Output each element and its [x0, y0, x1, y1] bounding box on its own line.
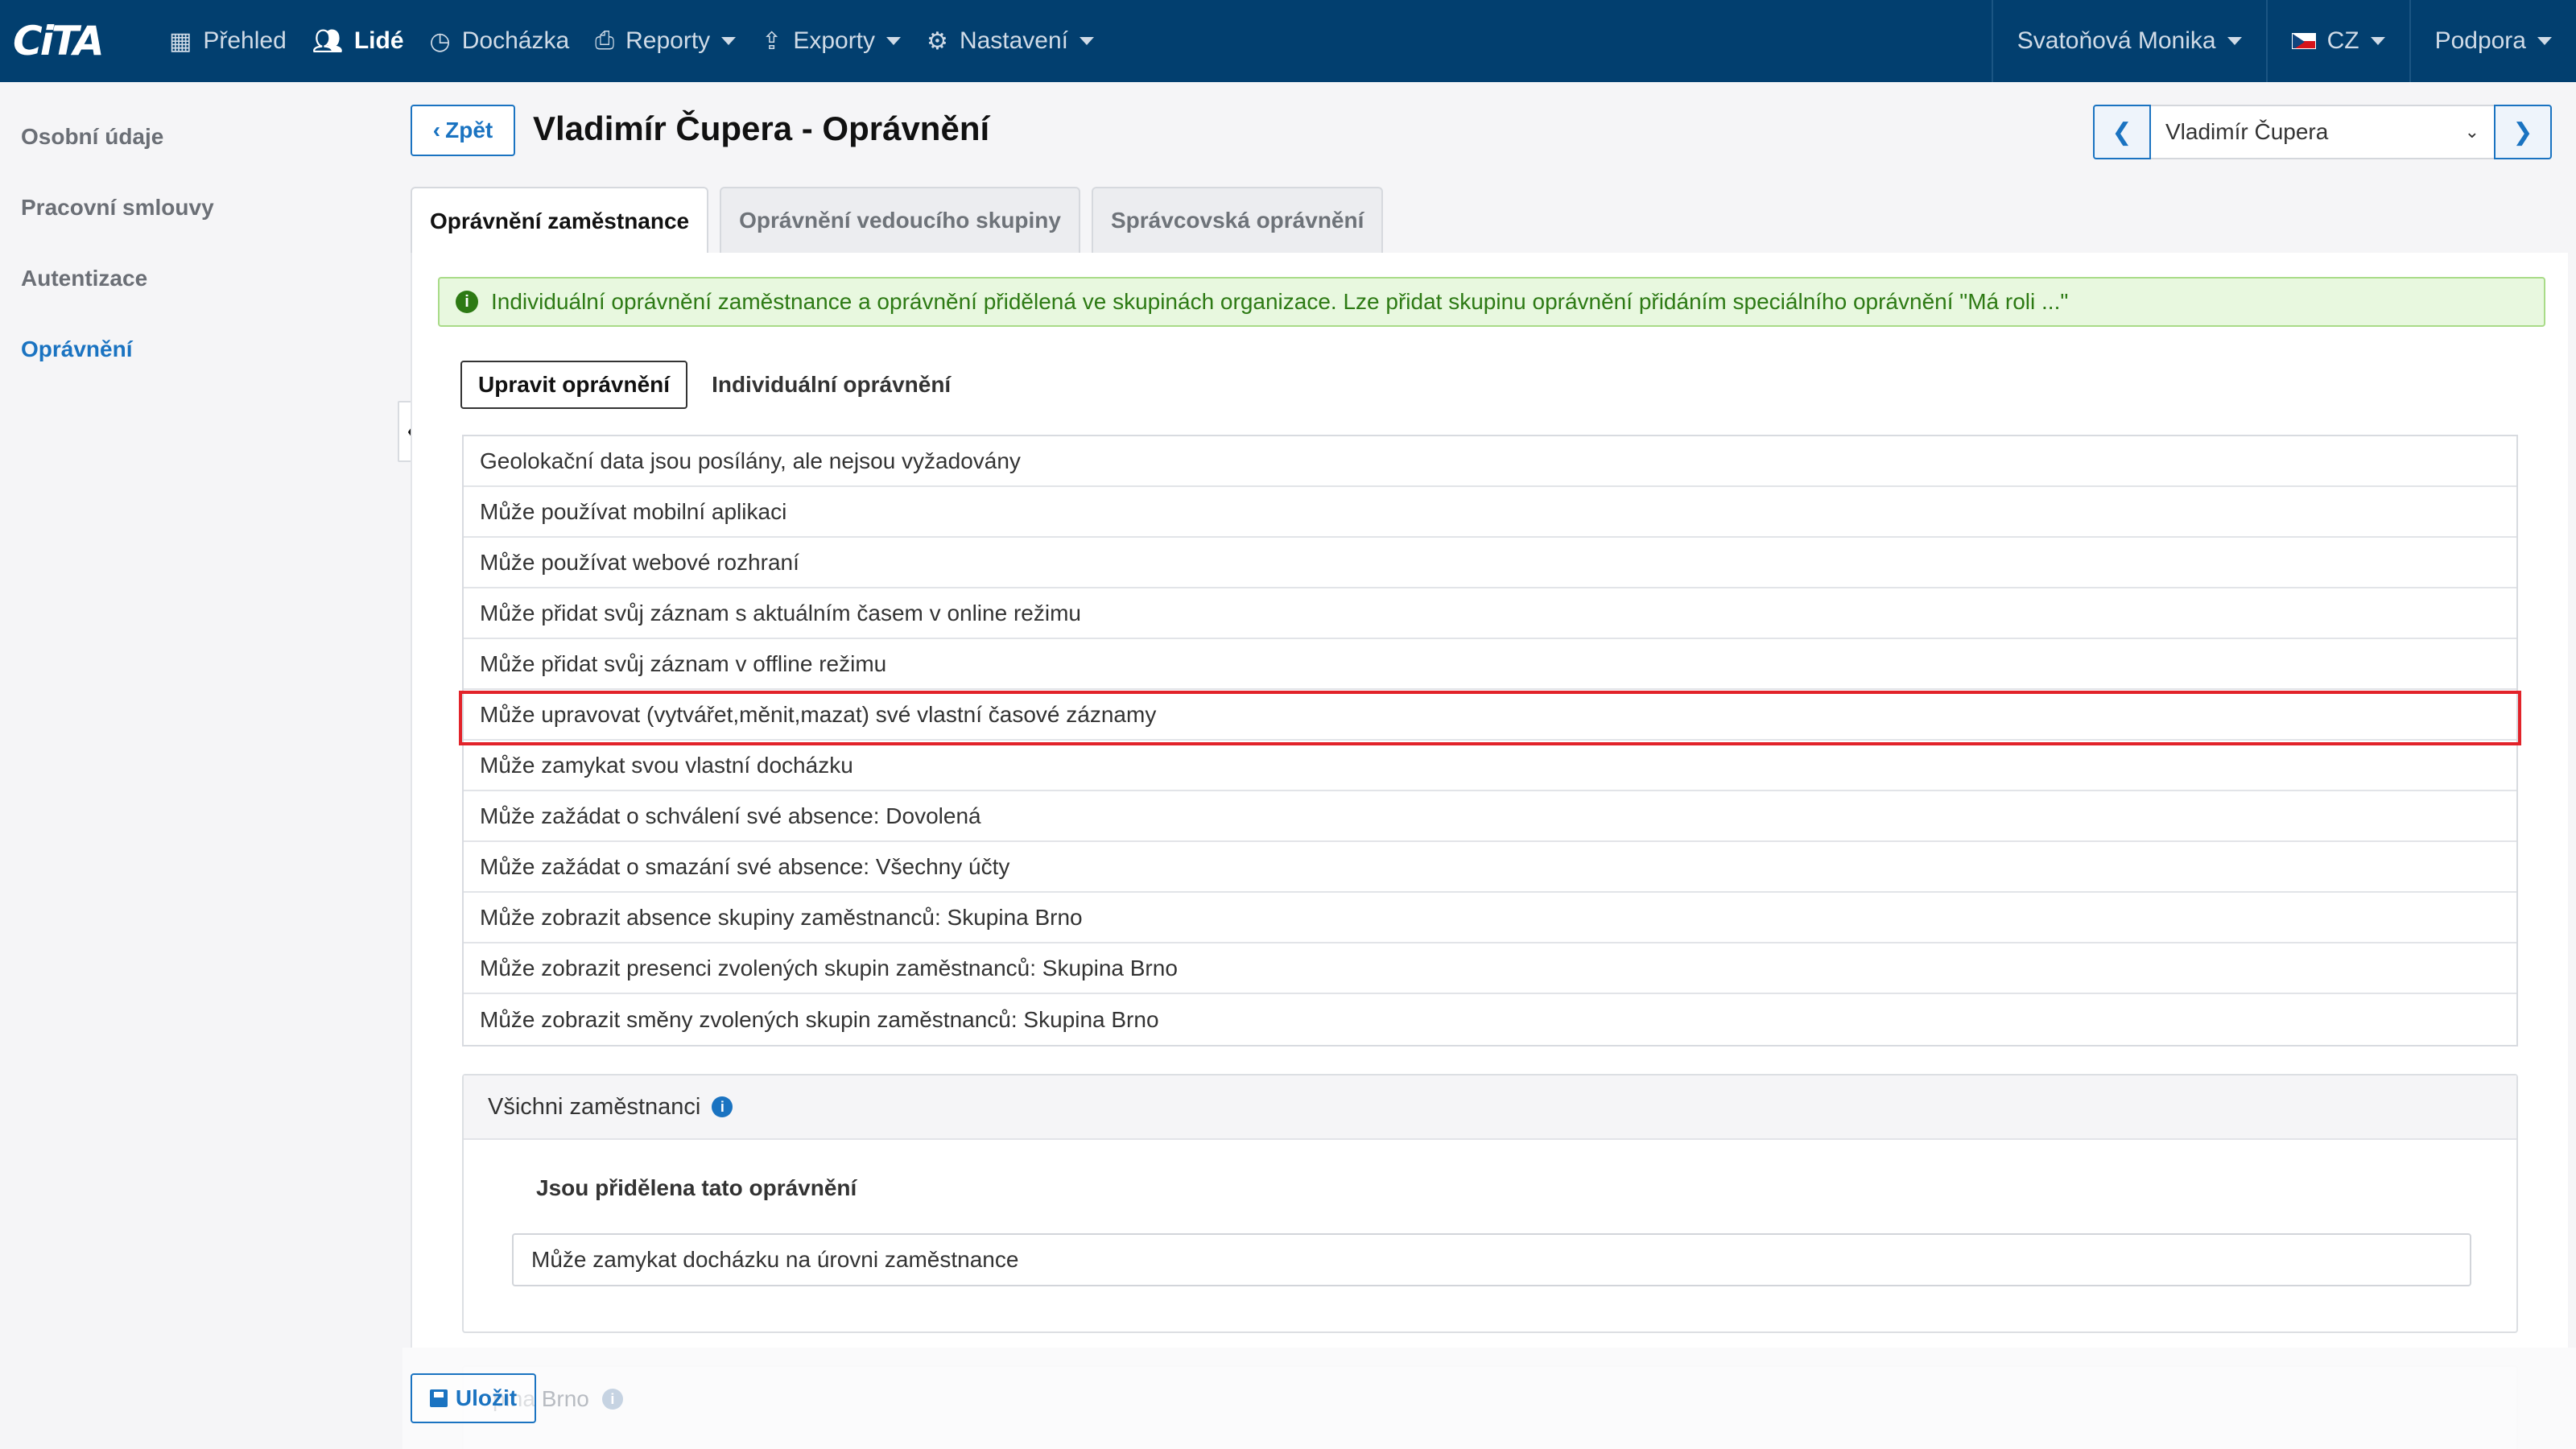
top-navbar: CiTA ▦ Přehled 👥︎ Lidé ◷ Docházka ⎙ Repo… — [0, 0, 2576, 82]
nav-label: Přehled — [203, 27, 287, 54]
support-label: Podpora — [2434, 27, 2526, 54]
export-icon: ⇪ — [762, 27, 782, 55]
app-logo[interactable]: CiTA — [13, 17, 135, 65]
sidebar-item-autentizace[interactable]: Autentizace — [0, 243, 402, 314]
nav-label: Lidé — [353, 27, 404, 54]
czech-flag-icon — [2291, 33, 2316, 49]
nav-label: Reporty — [625, 27, 711, 54]
clock-icon: ◷ — [429, 27, 451, 55]
list-item-highlighted: Může upravovat (vytvářet,měnit,mazat) sv… — [464, 690, 2516, 741]
list-item: Může zažádat o smazání své absence: Všec… — [464, 842, 2516, 893]
list-item: Může zamykat svou vlastní docházku — [464, 741, 2516, 791]
employee-navigator: ❮ Vladimír Čupera ⌄ ❯ — [2093, 105, 2552, 159]
page-title: Vladimír Čupera - Oprávnění — [533, 109, 990, 147]
subtabs: Upravit oprávnění Individuální oprávnění — [460, 361, 951, 409]
info-icon: i — [601, 1389, 623, 1410]
edit-permissions-button[interactable]: Upravit oprávnění — [460, 361, 688, 409]
list-item: Může zobrazit absence skupiny zaměstnanc… — [464, 893, 2516, 943]
previous-employee-button[interactable]: ❮ — [2093, 105, 2151, 159]
save-label: Uložit — [455, 1385, 518, 1410]
list-item: Může přidat svůj záznam s aktuálním čase… — [464, 588, 2516, 639]
gear-icon: ⚙ — [927, 27, 948, 55]
logo-text: CiTA — [13, 18, 105, 64]
info-alert: i Individuální oprávnění zaměstnance a o… — [438, 277, 2545, 327]
chevron-left-icon: ❮ — [2112, 118, 2132, 146]
nav-item-dochazka[interactable]: ◷ Docházka — [417, 0, 583, 82]
caret-down-icon — [1080, 37, 1095, 45]
tab-opravneni-zamestnance[interactable]: Oprávnění zaměstnance — [411, 187, 709, 254]
caret-down-icon — [2227, 37, 2242, 45]
list-item: Může zobrazit presenci zvolených skupin … — [464, 943, 2516, 994]
assigned-permission-field: Může zamykat docházku na úrovni zaměstna… — [512, 1233, 2471, 1286]
nav-right: Svatoňová Monika CZ Podpora — [1991, 0, 2576, 82]
alert-text: Individuální oprávnění zaměstnance a opr… — [491, 289, 2069, 314]
bottom-fade-overlay — [402, 1348, 2576, 1449]
save-button[interactable]: Uložit — [411, 1373, 536, 1423]
employee-select-value: Vladimír Čupera — [2165, 119, 2329, 144]
caret-down-icon — [2537, 37, 2552, 45]
caret-down-icon — [886, 37, 902, 45]
group-panel-all-employees: Všichni zaměstnanci i Jsou přidělena tat… — [462, 1074, 2518, 1333]
chevron-down-icon: ⌄ — [2464, 122, 2479, 142]
group-panel-header: Všichni zaměstnanci i — [464, 1075, 2516, 1140]
print-icon: ⎙ — [595, 27, 615, 54]
nav-item-nastaveni[interactable]: ⚙ Nastavení — [914, 0, 1107, 82]
list-item: Může zobrazit směny zvolených skupin zam… — [480, 1006, 1159, 1032]
list-item: Může používat webové rozhraní — [464, 538, 2516, 588]
grid-icon: ▦ — [169, 27, 192, 55]
content-card: i Individuální oprávnění zaměstnance a o… — [411, 253, 2568, 1449]
language-label: CZ — [2326, 27, 2359, 54]
nav-label: Docházka — [461, 27, 570, 54]
permission-list: Geolokační data jsou posílány, ale nejso… — [462, 435, 2518, 1046]
list-item: Může přidat svůj záznam v offline režimu — [464, 639, 2516, 690]
nav-item-prehled[interactable]: ▦ Přehled — [156, 0, 299, 82]
tab-spravcovska-opravneni[interactable]: Správcovská oprávnění — [1092, 187, 1384, 253]
employee-select[interactable]: Vladimír Čupera ⌄ — [2151, 105, 2494, 159]
sidebar-item-osobni-udaje[interactable]: Osobní údaje — [0, 101, 402, 172]
back-button[interactable]: ‹ Zpět — [411, 105, 515, 156]
sidebar-item-opravneni[interactable]: Oprávnění — [0, 314, 402, 385]
save-disk-icon — [429, 1389, 448, 1407]
back-label: Zpět — [445, 118, 493, 142]
nav-item-lide[interactable]: 👥︎ Lidé — [299, 0, 417, 82]
list-item: Geolokační data jsou posílány, ale nejso… — [464, 436, 2516, 487]
user-name: Svatoňová Monika — [2017, 27, 2216, 54]
chevron-right-icon: ❯ — [2512, 118, 2533, 146]
nav-label: Nastavení — [959, 27, 1069, 54]
caret-down-icon — [721, 37, 737, 45]
nav-item-exporty[interactable]: ⇪ Exporty — [749, 0, 914, 82]
users-icon: 👥︎ — [312, 27, 343, 55]
individual-permissions-tab[interactable]: Individuální oprávnění — [712, 372, 951, 398]
next-employee-button[interactable]: ❯ — [2494, 105, 2552, 159]
tab-opravneni-vedouciho-skupiny[interactable]: Oprávnění vedoucího skupiny — [720, 187, 1080, 253]
info-icon: i — [456, 291, 478, 313]
permission-tabs: Oprávnění zaměstnance Oprávnění vedoucíh… — [411, 187, 1394, 254]
group-panel-title: Všichni zaměstnanci — [488, 1093, 701, 1120]
group-panel-subtitle: Jsou přidělena tato oprávnění — [536, 1175, 857, 1200]
list-item: Může používat mobilní aplikaci — [464, 487, 2516, 538]
language-menu[interactable]: CZ — [2265, 0, 2409, 82]
sidebar-item-pracovni-smlouvy[interactable]: Pracovní smlouvy — [0, 172, 402, 243]
chevron-left-icon: ‹ — [432, 118, 441, 142]
nav-label: Exporty — [793, 27, 876, 54]
support-menu[interactable]: Podpora — [2409, 0, 2576, 82]
user-menu[interactable]: Svatoňová Monika — [1991, 0, 2266, 82]
nav-item-reporty[interactable]: ⎙ Reporty — [582, 0, 749, 82]
list-item: Může zažádat o schválení své absence: Do… — [464, 791, 2516, 842]
caret-down-icon — [2370, 37, 2385, 45]
info-icon[interactable]: i — [712, 1096, 733, 1117]
sidebar: Osobní údaje Pracovní smlouvy Autentizac… — [0, 82, 402, 1449]
